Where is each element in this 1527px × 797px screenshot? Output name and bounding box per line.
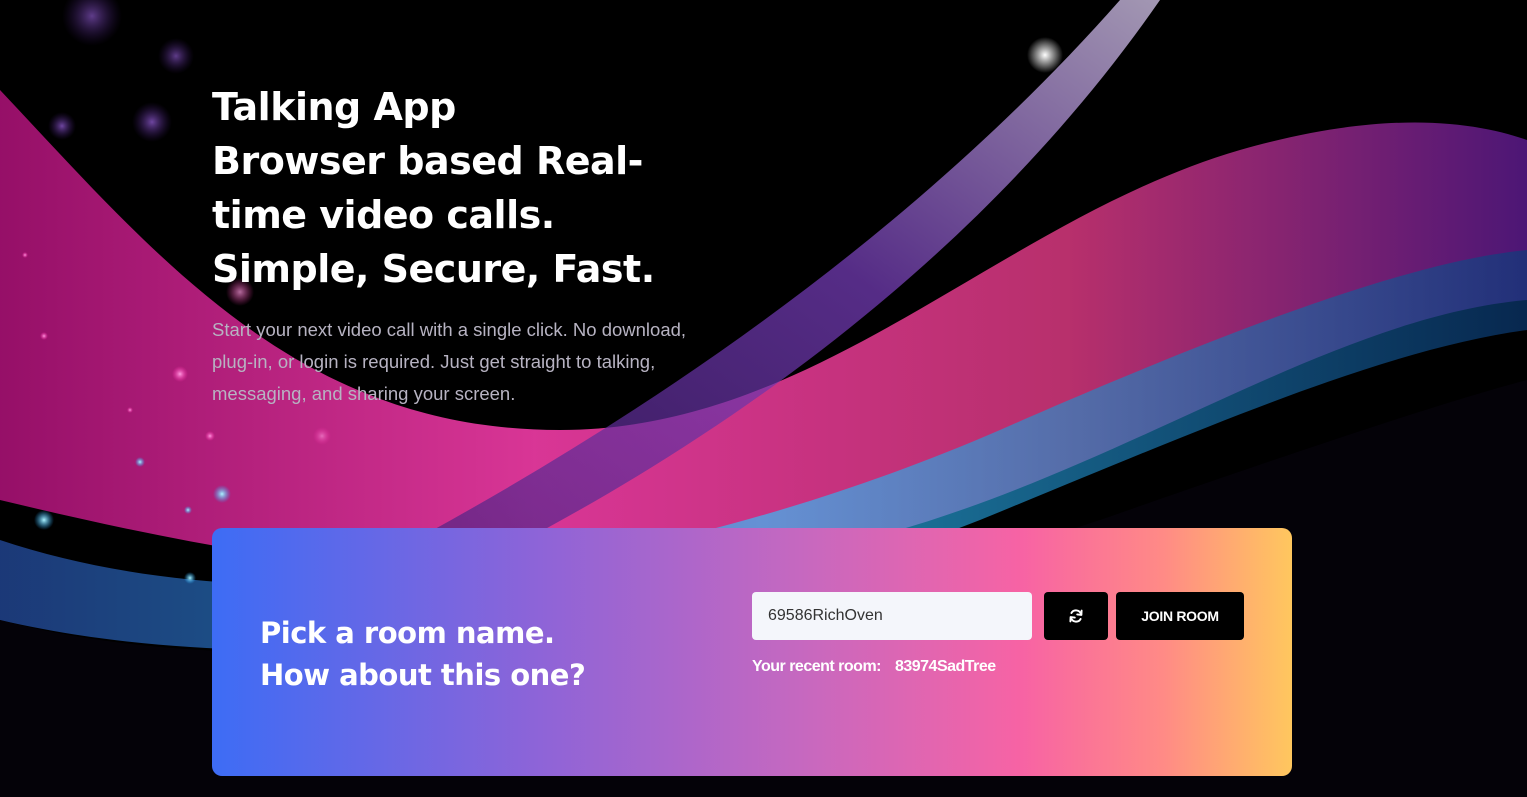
hero-section: Talking App Browser based Real- time vid… — [212, 80, 692, 410]
hero-subtitle: Start your next video call with a single… — [212, 319, 687, 404]
refresh-room-name-button[interactable] — [1044, 592, 1108, 640]
room-card-heading-line-2: How about this one? — [260, 658, 586, 692]
recent-room-link[interactable]: 83974SadTree — [895, 658, 996, 675]
recent-room-label: Your recent room: — [752, 658, 882, 675]
hero-title: Talking App Browser based Real- time vid… — [212, 80, 692, 296]
hero-title-line-3: time video calls. — [212, 193, 555, 237]
recent-room-row: Your recent room: 83974SadTree — [752, 658, 996, 676]
hero-title-line-1: Talking App — [212, 85, 456, 129]
hero-title-line-4: Simple, Secure, Fast. — [212, 247, 655, 291]
room-card-heading-line-1: Pick a room name. — [260, 616, 555, 650]
room-name-input[interactable] — [752, 592, 1032, 640]
join-room-button[interactable]: JOIN ROOM — [1116, 592, 1244, 640]
refresh-icon — [1069, 609, 1083, 623]
room-picker-card: Pick a room name. How about this one? JO… — [212, 528, 1292, 776]
landing-page: Talking App Browser based Real- time vid… — [0, 0, 1527, 797]
hero-title-line-2: Browser based Real- — [212, 139, 643, 183]
room-card-heading: Pick a room name. How about this one? — [260, 612, 586, 696]
